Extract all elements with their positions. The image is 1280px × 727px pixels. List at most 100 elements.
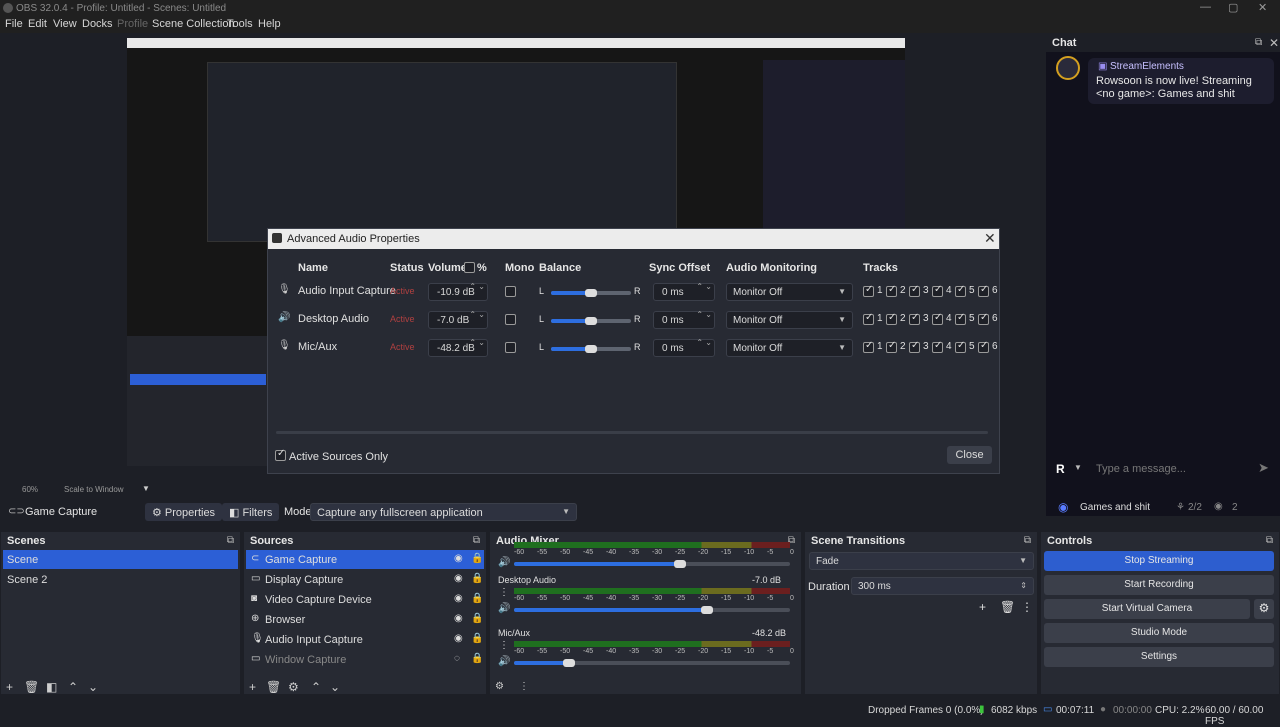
chat-float-icon[interactable]: ⧉	[1255, 37, 1262, 48]
lock-icon[interactable]: 🔒	[471, 653, 483, 664]
scenes-float-icon[interactable]: ⧉	[227, 535, 234, 546]
chat-input[interactable]: Type a message...	[1096, 463, 1186, 475]
volume-slider-ch1[interactable]	[514, 661, 790, 665]
track-checkbox-1-4[interactable]	[932, 312, 943, 325]
track-checkbox-2-2[interactable]	[886, 340, 897, 353]
track-checkbox-1-6[interactable]	[978, 312, 989, 325]
add-source-icon[interactable]: +	[249, 680, 256, 694]
track-checkbox-0-3[interactable]	[909, 284, 920, 297]
menu-tools[interactable]: Tools	[227, 18, 253, 30]
monitoring-select-2[interactable]: Monitor Off ▼	[726, 339, 853, 357]
track-checkbox-2-1[interactable]	[863, 340, 874, 353]
sources-float-icon[interactable]: ⧉	[473, 535, 480, 546]
volume-percent-checkbox[interactable]	[464, 262, 475, 273]
track-checkbox-0-5[interactable]	[955, 284, 966, 297]
mono-checkbox-0[interactable]	[505, 286, 516, 297]
minimize-button[interactable]: —	[1200, 1, 1211, 13]
eye-icon[interactable]: ◉	[454, 553, 463, 564]
spin-arrows-icon[interactable]: ⌃ ⌄	[696, 310, 712, 319]
eye-icon[interactable]: ◉	[454, 573, 463, 584]
volume-spinbox-0[interactable]: -10.9 dB ⌃ ⌄	[428, 282, 488, 301]
sync-offset-0[interactable]: 0 ms ⌃ ⌄	[653, 282, 715, 301]
track-checkbox-0-6[interactable]	[978, 284, 989, 297]
stop-streaming-button[interactable]: Stop Streaming	[1044, 551, 1274, 571]
lock-icon[interactable]: 🔒	[471, 633, 483, 644]
track-checkbox-1-5[interactable]	[955, 312, 966, 325]
menu-edit[interactable]: Edit	[28, 18, 47, 30]
spin-arrows-icon[interactable]: ⌃ ⌄	[469, 282, 485, 291]
balance-knob-2[interactable]	[585, 345, 597, 353]
eye-icon[interactable]: ◉	[454, 593, 463, 604]
scene-item-scene[interactable]: Scene	[3, 550, 238, 569]
sync-offset-1[interactable]: 0 ms ⌃ ⌄	[653, 310, 715, 329]
virtual-camera-settings-icon[interactable]: ⚙	[1254, 599, 1274, 619]
settings-button[interactable]: Settings	[1044, 647, 1274, 667]
scale-label[interactable]: Scale to Window	[64, 485, 124, 494]
scene-item-scene-2[interactable]: Scene 2	[7, 574, 47, 586]
lock-icon[interactable]: 🔒	[471, 573, 483, 584]
menu-help[interactable]: Help	[258, 18, 281, 30]
mixer-menu-icon[interactable]: ⋮	[519, 681, 529, 692]
speaker-icon[interactable]: 🔊	[498, 603, 510, 614]
track-checkbox-2-5[interactable]	[955, 340, 966, 353]
chat-close-icon[interactable]: ✕	[1269, 36, 1279, 50]
maximize-button[interactable]: ▢	[1228, 1, 1238, 14]
volume-spinbox-1[interactable]: -7.0 dB ⌃ ⌄	[428, 310, 488, 329]
channel-menu-icon[interactable]: ⋮	[499, 640, 509, 651]
controls-float-icon[interactable]: ⧉	[1266, 535, 1273, 546]
active-sources-only-checkbox[interactable]	[275, 448, 286, 461]
volume-knob-ch0[interactable]	[701, 606, 714, 614]
mono-checkbox-1[interactable]	[505, 314, 516, 325]
sync-offset-2[interactable]: 0 ms ⌃ ⌄	[653, 338, 715, 357]
dialog-close-button[interactable]: Close	[947, 446, 992, 464]
send-icon[interactable]: ➤	[1258, 460, 1269, 476]
dialog-close-icon[interactable]: ✕	[984, 230, 996, 247]
duration-input[interactable]: 300 ms ⇕	[851, 577, 1034, 595]
lock-icon[interactable]: 🔒	[471, 593, 483, 604]
menu-scene-collection[interactable]: Scene Collection	[152, 18, 235, 30]
track-checkbox-2-3[interactable]	[909, 340, 920, 353]
add-scene-icon[interactable]: +	[6, 680, 13, 694]
transition-menu-icon[interactable]: ⋮	[1021, 600, 1033, 614]
horizontal-scrollbar[interactable]	[276, 431, 988, 434]
track-checkbox-1-2[interactable]	[886, 312, 897, 325]
volume-slider-ch0[interactable]	[514, 608, 790, 612]
spin-arrows-icon[interactable]: ⌃ ⌄	[696, 338, 712, 347]
mixer-settings-icon[interactable]: ⚙	[495, 681, 504, 692]
user-initial-avatar[interactable]: R	[1056, 462, 1065, 476]
chat-username[interactable]: StreamElements	[1110, 61, 1184, 72]
balance-knob-1[interactable]	[585, 317, 597, 325]
spin-arrows-icon[interactable]: ⌃ ⌄	[469, 338, 485, 347]
spin-arrows-icon[interactable]: ⌃ ⌄	[696, 282, 712, 291]
scene-down-icon[interactable]: ⌄	[88, 680, 98, 694]
track-checkbox-2-4[interactable]	[932, 340, 943, 353]
transitions-float-icon[interactable]: ⧉	[1024, 535, 1031, 546]
properties-button[interactable]: ⚙ Properties	[145, 503, 223, 521]
volume-knob-ch1[interactable]	[563, 659, 576, 667]
track-checkbox-2-6[interactable]	[978, 340, 989, 353]
track-checkbox-0-1[interactable]	[863, 284, 874, 297]
close-window-button[interactable]: ✕	[1258, 1, 1267, 14]
menu-docks[interactable]: Docks	[82, 18, 113, 30]
volume-slider-top[interactable]	[514, 562, 790, 566]
monitoring-select-1[interactable]: Monitor Off ▼	[726, 311, 853, 329]
scene-up-icon[interactable]: ⌃	[68, 680, 78, 694]
eye-icon[interactable]: ◉	[454, 633, 463, 644]
eye-icon[interactable]: ◌	[454, 653, 460, 664]
filters-button[interactable]: ◧ Filters	[222, 503, 280, 521]
mode-select[interactable]: Capture any fullscreen application ▼	[310, 503, 577, 521]
balance-knob-0[interactable]	[585, 289, 597, 297]
source-up-icon[interactable]: ⌃	[311, 680, 321, 694]
source-down-icon[interactable]: ⌄	[330, 680, 340, 694]
remove-scene-icon[interactable]: 🗑	[24, 680, 39, 694]
lock-icon[interactable]: 🔒	[471, 553, 483, 564]
volume-spinbox-2[interactable]: -48.2 dB ⌃ ⌄	[428, 338, 488, 357]
speaker-icon[interactable]: 🔊	[498, 557, 510, 568]
user-chevron-icon[interactable]: ▼	[1074, 463, 1082, 472]
scene-filters-icon[interactable]: ◧	[46, 680, 57, 694]
transition-select[interactable]: Fade ▼	[809, 552, 1034, 570]
scale-dropdown-icon[interactable]: ▼	[142, 484, 150, 493]
lock-icon[interactable]: 🔒	[471, 613, 483, 624]
volume-knob-top[interactable]	[673, 560, 686, 568]
monitoring-select-0[interactable]: Monitor Off ▼	[726, 283, 853, 301]
